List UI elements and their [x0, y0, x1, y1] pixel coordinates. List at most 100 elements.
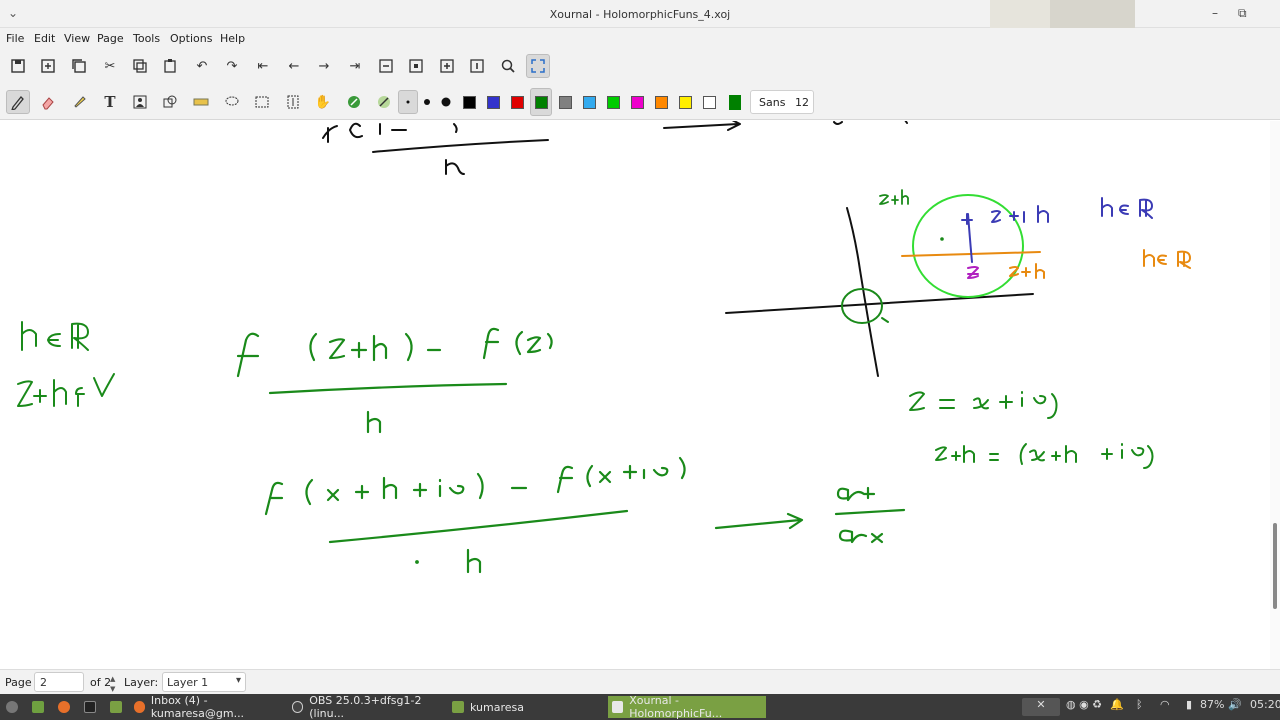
text-tool-icon[interactable]: T — [98, 90, 122, 114]
difference-quotient-1 — [236, 327, 553, 434]
paste-icon[interactable] — [158, 54, 182, 78]
tray-close-icon[interactable]: ✕ — [1022, 698, 1060, 716]
battery-percent: 87% — [1200, 698, 1225, 711]
menu-page[interactable]: Page — [97, 32, 124, 45]
new-page-icon[interactable] — [36, 54, 60, 78]
shape-pen-icon[interactable] — [372, 90, 396, 114]
ruler-icon[interactable] — [189, 90, 213, 114]
menu-options[interactable]: Options — [170, 32, 212, 45]
page-count: of 2 — [90, 676, 112, 689]
wifi-icon[interactable]: ◠ — [1160, 698, 1170, 716]
page-label: Page — [5, 676, 32, 689]
minimize-button[interactable]: – — [1212, 6, 1218, 20]
notifications-icon[interactable]: 🔔 — [1110, 698, 1124, 716]
layer-value: Layer 1 — [167, 676, 209, 689]
folder-icon — [452, 701, 464, 713]
menu-file[interactable]: File — [6, 32, 24, 45]
save-icon[interactable] — [6, 54, 30, 78]
thick-line-icon[interactable] — [436, 90, 456, 114]
font-button[interactable]: Sans 12 — [750, 90, 814, 114]
duplicate-page-icon[interactable] — [67, 54, 91, 78]
left-margin-notes — [17, 321, 115, 407]
first-page-icon[interactable]: ⇤ — [251, 54, 275, 78]
menu-bar: File Edit View Page Tools Options Help — [0, 28, 1280, 50]
previous-page-icon[interactable]: ← — [282, 54, 306, 78]
task-xournal[interactable]: Xournal - HolomorphicFu... — [608, 694, 766, 720]
files-launcher-icon[interactable] — [106, 696, 130, 718]
color-swatch-1[interactable] — [463, 96, 476, 109]
color-swatch-6[interactable] — [583, 96, 596, 109]
show-desktop-icon[interactable] — [28, 696, 52, 718]
firefox-launcher-icon[interactable] — [54, 696, 78, 718]
layer-select[interactable]: Layer 1 ▾ — [162, 672, 246, 692]
vertical-space-icon[interactable] — [281, 90, 305, 114]
zoom-100-icon[interactable] — [465, 54, 489, 78]
color-swatch-2[interactable] — [487, 96, 500, 109]
cut-icon[interactable]: ✂ — [98, 54, 122, 78]
shape-recognizer-icon[interactable] — [158, 90, 182, 114]
pen-tool-icon[interactable] — [6, 90, 30, 114]
last-page-icon[interactable]: ⇥ — [343, 54, 367, 78]
lasso-select-icon[interactable] — [220, 90, 244, 114]
status-bar: Page 2 ▲ ▼ of 2 Layer: Layer 1 ▾ — [0, 669, 1280, 694]
eraser-tool-icon[interactable] — [36, 90, 60, 114]
difference-quotient-2 — [264, 456, 906, 574]
color-swatch-9[interactable] — [655, 96, 668, 109]
color-swatch-7[interactable] — [607, 96, 620, 109]
default-pen-icon[interactable] — [342, 90, 366, 114]
hand-tool-icon[interactable]: ✋ — [311, 90, 335, 114]
search-icon[interactable] — [496, 54, 520, 78]
chevron-down-icon: ▾ — [235, 675, 241, 686]
zoom-out-icon[interactable] — [374, 54, 398, 78]
terminal-launcher-icon[interactable] — [80, 696, 104, 718]
undo-icon[interactable]: ↶ — [190, 54, 214, 78]
zoom-fit-icon[interactable] — [404, 54, 428, 78]
task-obs[interactable]: OBS 25.0.3+dfsg1-2 (linu... — [288, 694, 448, 720]
scrollbar-thumb[interactable] — [1273, 523, 1277, 609]
taskbar: Inbox (4) - kumaresa@gm... OBS 25.0.3+df… — [0, 694, 1280, 720]
page-number-value: 2 — [40, 676, 47, 689]
image-tool-icon[interactable] — [128, 90, 152, 114]
battery-icon[interactable]: ▮ — [1186, 698, 1192, 716]
clock[interactable]: 05:20 — [1250, 698, 1280, 716]
complex-plane-diagram — [725, 189, 1191, 377]
highlighter-tool-icon[interactable] — [67, 90, 91, 114]
top-partial-expression — [322, 121, 908, 175]
tray-app-icons[interactable]: ◍ ◉ ♻ — [1066, 698, 1102, 716]
next-page-icon[interactable]: → — [312, 54, 336, 78]
color-swatch-4[interactable] — [535, 96, 548, 109]
color-swatch-10[interactable] — [679, 96, 692, 109]
layer-label: Layer: — [124, 676, 159, 689]
color-swatch-11[interactable] — [703, 96, 716, 109]
menu-view[interactable]: View — [64, 32, 90, 45]
color-swatch-12[interactable] — [729, 95, 741, 110]
bluetooth-icon[interactable]: ᛒ — [1136, 698, 1143, 716]
copy-icon[interactable] — [128, 54, 152, 78]
medium-line-icon[interactable] — [418, 90, 436, 114]
firefox-icon — [134, 701, 145, 713]
page-number-input[interactable]: 2 ▲ ▼ — [34, 672, 115, 693]
zoom-in-icon[interactable] — [435, 54, 459, 78]
z-equations — [909, 391, 1154, 469]
menu-edit[interactable]: Edit — [34, 32, 55, 45]
fullscreen-icon[interactable] — [526, 54, 550, 78]
obs-icon — [292, 701, 304, 713]
color-swatch-5[interactable] — [559, 96, 572, 109]
volume-icon[interactable]: 🔊 — [1228, 698, 1242, 716]
main-toolbar: ✂ ↶ ↷ ⇤ ← → ⇥ — [0, 50, 1280, 84]
task-files[interactable]: kumaresa — [448, 696, 598, 718]
color-swatch-8[interactable] — [631, 96, 644, 109]
rect-select-icon[interactable] — [250, 90, 274, 114]
redo-icon[interactable]: ↷ — [220, 54, 244, 78]
task-inbox[interactable]: Inbox (4) - kumaresa@gm... — [130, 694, 290, 720]
thin-line-icon[interactable] — [398, 90, 418, 114]
menu-tools[interactable]: Tools — [133, 32, 160, 45]
maximize-button[interactable]: ⧉ — [1238, 6, 1247, 21]
font-name: Sans — [759, 96, 786, 109]
menu-help[interactable]: Help — [220, 32, 245, 45]
start-menu-icon[interactable] — [2, 696, 26, 718]
xournal-icon — [612, 701, 624, 713]
drawing-canvas[interactable] — [0, 121, 1270, 669]
color-swatch-3[interactable] — [511, 96, 524, 109]
font-size: 12 — [795, 96, 809, 109]
